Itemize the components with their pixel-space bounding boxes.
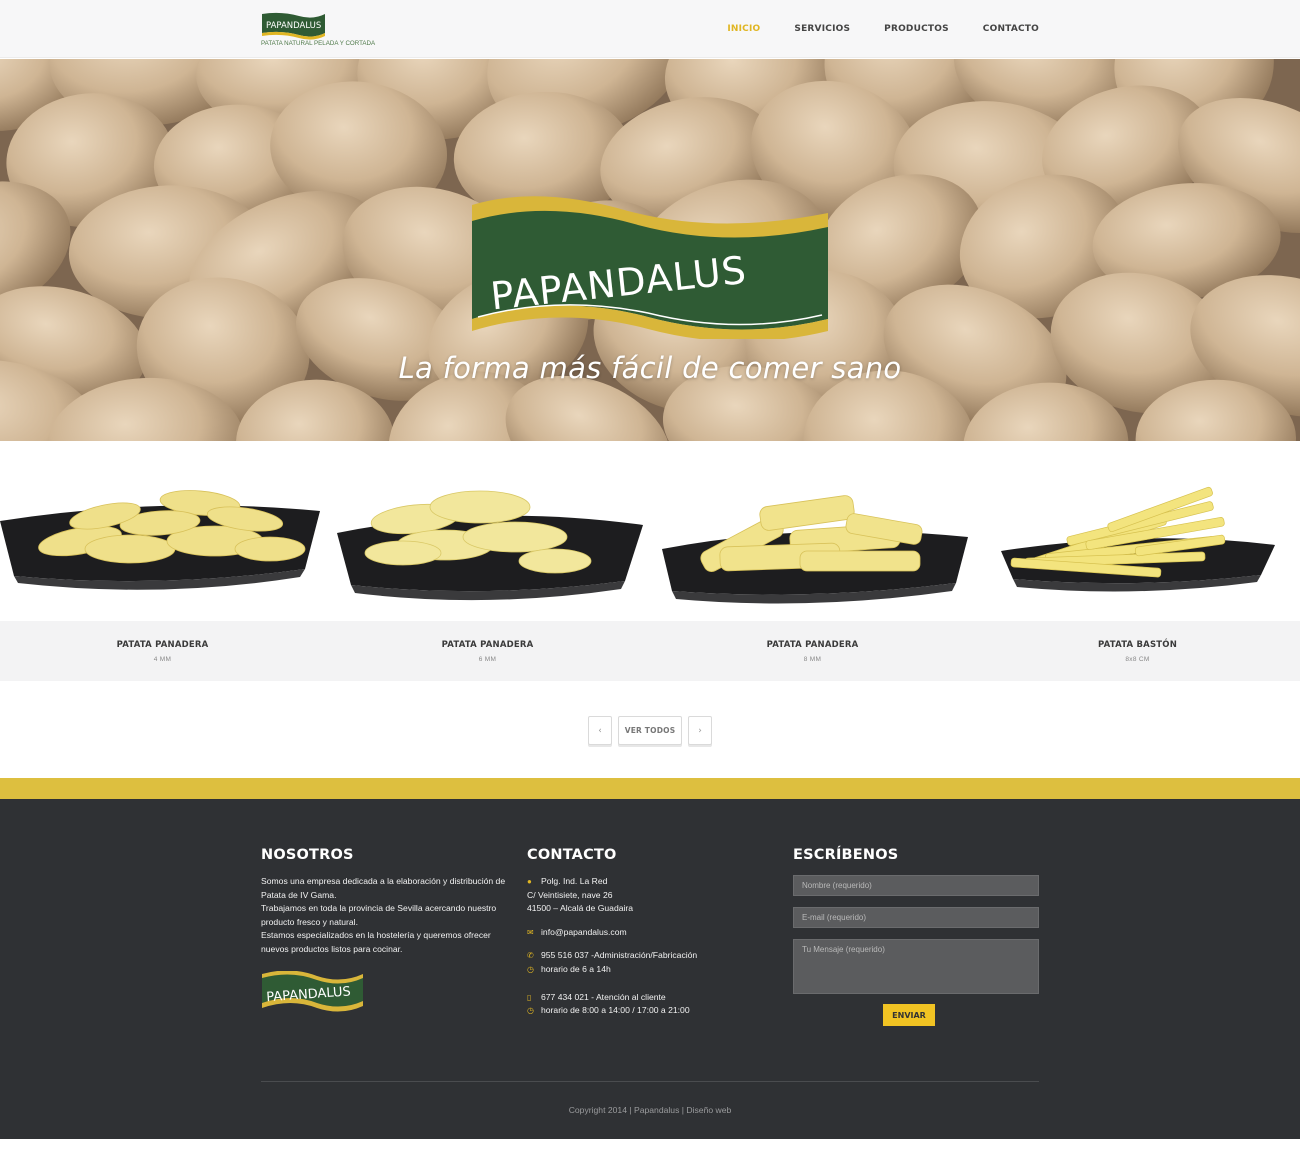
contact-hours-2: horario de 8:00 a 14:00 / 17:00 a 21:00: [541, 1005, 690, 1016]
footer-logo: PAPANDALUS: [262, 970, 363, 1012]
message-textarea[interactable]: Tu Mensaje (requerido): [793, 939, 1039, 994]
send-button[interactable]: ENVIAR: [883, 1004, 935, 1026]
about-title: NOSOTROS: [261, 847, 354, 863]
product-name[interactable]: PATATA PANADERA: [117, 640, 209, 650]
footer-yellow-band: [0, 778, 1300, 799]
hero-brand-banner: PAPANDALUS: [472, 196, 828, 339]
product-card[interactable]: PATATA PANADERA 4 MM: [0, 441, 325, 681]
nav-productos[interactable]: PRODUCTOS: [884, 24, 949, 34]
whatsapp-icon: ✆: [527, 951, 534, 961]
hero-section: PAPANDALUS La forma más fácil de comer s…: [0, 59, 1300, 441]
footer-contact-form: ESCRÍBENOS Nombre (requerido) E-mail (re…: [793, 847, 1039, 1026]
contact-phone-2[interactable]: 677 434 021 - Atención al cliente: [541, 991, 666, 1005]
header-logo[interactable]: PAPANDALUS PATATA NATURAL PELADA Y CORTA…: [261, 11, 411, 49]
map-pin-icon: ●: [527, 877, 532, 886]
about-text-2: Trabajamos en toda la provincia de Sevil…: [261, 903, 497, 927]
email-input[interactable]: E-mail (requerido): [793, 907, 1039, 928]
prev-button[interactable]: ‹: [588, 716, 612, 745]
contact-hours-1: horario de 6 a 14h: [541, 963, 611, 974]
product-image[interactable]: [325, 441, 650, 621]
footer-about: NOSOTROS Somos una empresa dedicada a la…: [261, 847, 511, 1020]
footer-contact: CONTACTO ● Polg. Ind. La Red C/ Veintisi…: [527, 847, 757, 1018]
name-input[interactable]: Nombre (requerido): [793, 875, 1039, 896]
footer-divider: [261, 1081, 1039, 1082]
main-nav: INICIO SERVICIOS PRODUCTOS CONTACTO: [727, 0, 1039, 58]
address-row: C/ Veintisiete, nave 26: [527, 889, 757, 903]
carousel-pager: ‹ VER TODOS ›: [0, 716, 1300, 745]
view-all-button[interactable]: VER TODOS: [618, 716, 682, 745]
contact-phone-1[interactable]: 955 516 037 -Administración/Fabricación: [541, 949, 697, 963]
site-footer: NOSOTROS Somos una empresa dedicada a la…: [0, 799, 1300, 1139]
nav-inicio[interactable]: INICIO: [727, 24, 760, 34]
envelope-icon: ✉: [527, 927, 534, 937]
contact-email[interactable]: info@papandalus.com: [541, 926, 627, 940]
header-logo-subtitle: PATATA NATURAL PELADA Y CORTADA: [261, 40, 376, 47]
product-image[interactable]: [975, 441, 1300, 621]
address-line-3: 41500 – Alcalá de Guadaira: [527, 903, 634, 914]
address-line-2: C/ Veintisiete, nave 26: [527, 889, 613, 900]
product-name[interactable]: PATATA PANADERA: [767, 640, 859, 650]
form-title: ESCRÍBENOS: [793, 847, 899, 863]
about-text-3: Estamos especializados en la hostelería …: [261, 930, 491, 954]
mobile-icon: ▯: [527, 992, 532, 1002]
product-caption: PATATA PANADERA 8 MM: [650, 621, 975, 681]
product-name[interactable]: PATATA PANADERA: [442, 640, 534, 650]
hours-row: ◷ horario de 8:00 a 14:00 / 17:00 a 21:0…: [527, 1004, 757, 1018]
product-name[interactable]: PATATA BASTÓN: [1098, 640, 1177, 650]
address-line-1: Polg. Ind. La Red: [541, 876, 608, 886]
product-card[interactable]: PATATA BASTÓN 8x8 CM: [975, 441, 1300, 681]
nav-servicios[interactable]: SERVICIOS: [794, 24, 850, 34]
about-text-1: Somos una empresa dedicada a la elaborac…: [261, 876, 506, 900]
address-row: ● Polg. Ind. La Red: [527, 875, 757, 889]
header-logo-text: PAPANDALUS: [266, 21, 321, 31]
product-image[interactable]: [650, 441, 975, 621]
product-grid: PATATA PANADERA 4 MM PATATA PANADERA 6 M: [0, 441, 1300, 681]
product-size: 8 MM: [803, 655, 822, 663]
product-caption: PATATA PANADERA 4 MM: [0, 621, 325, 681]
address-row: 41500 – Alcalá de Guadaira: [527, 902, 757, 916]
next-button[interactable]: ›: [688, 716, 712, 745]
product-image[interactable]: [0, 441, 325, 621]
clock-icon: ◷: [527, 1006, 534, 1016]
product-card[interactable]: PATATA PANADERA 6 MM: [325, 441, 650, 681]
product-size: 8x8 CM: [1125, 655, 1150, 663]
clock-icon: ◷: [527, 964, 534, 974]
product-caption: PATATA PANADERA 6 MM: [325, 621, 650, 681]
product-size: 6 MM: [478, 655, 497, 663]
hours-row: ◷ horario de 6 a 14h: [527, 963, 757, 977]
phone-row: ▯ 677 434 021 - Atención al cliente: [527, 991, 757, 1005]
product-card[interactable]: PATATA PANADERA 8 MM: [650, 441, 975, 681]
copyright-text: Copyright 2014 | Papandalus | Diseño web: [568, 1105, 732, 1115]
product-caption: PATATA BASTÓN 8x8 CM: [975, 621, 1300, 681]
email-row: ✉ info@papandalus.com: [527, 926, 757, 940]
nav-contacto[interactable]: CONTACTO: [983, 24, 1039, 34]
phone-row: ✆ 955 516 037 -Administración/Fabricació…: [527, 949, 757, 963]
hero-tagline: La forma más fácil de comer sano: [398, 351, 902, 385]
contact-title: CONTACTO: [527, 847, 617, 863]
product-size: 4 MM: [153, 655, 172, 663]
site-header: PAPANDALUS PATATA NATURAL PELADA Y CORTA…: [0, 0, 1300, 58]
